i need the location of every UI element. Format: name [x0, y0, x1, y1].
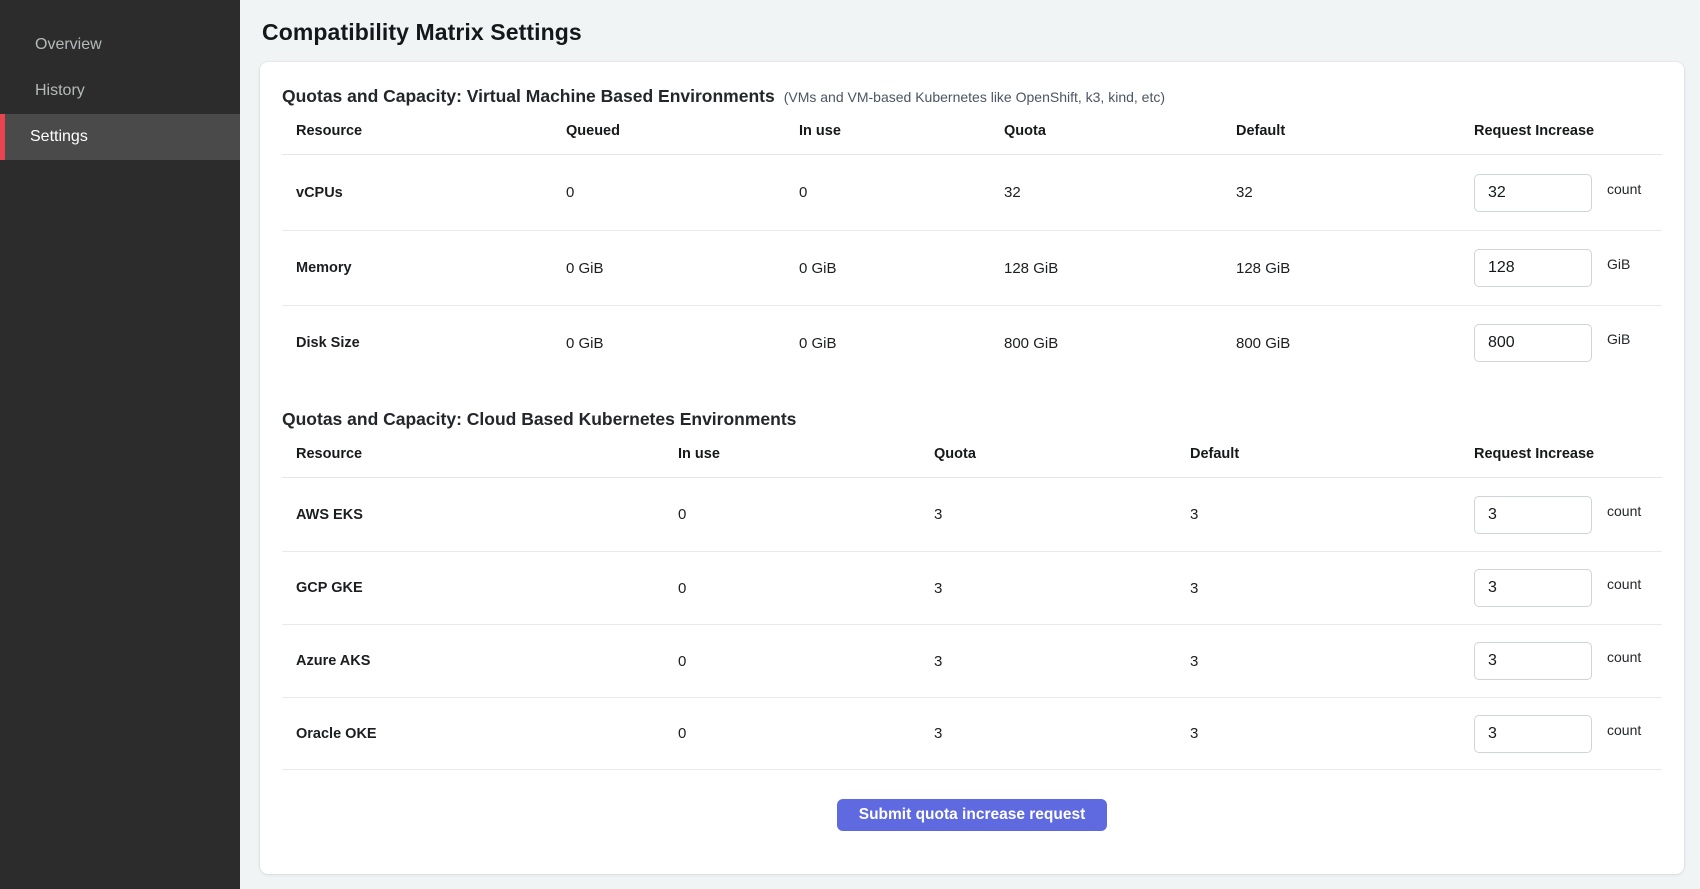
resource-label: Memory	[282, 260, 552, 276]
table-row-vcpus: vCPUs 0 0 32 32 count	[282, 155, 1662, 230]
gcp-gke-request-input[interactable]	[1474, 569, 1592, 607]
quota-value: 3	[920, 580, 1176, 597]
column-header-in-use: In use	[664, 446, 920, 462]
request-increase-cell: GiB	[1460, 324, 1662, 362]
sidebar-item-settings[interactable]: Settings	[0, 114, 240, 160]
aws-eks-request-input[interactable]	[1474, 496, 1592, 534]
cloud-table-header-row: Resource In use Quota Default Request In…	[282, 430, 1662, 478]
column-header-request-increase: Request Increase	[1460, 123, 1662, 139]
vm-section-title: Quotas and Capacity: Virtual Machine Bas…	[282, 86, 775, 107]
queued-value: 0 GiB	[552, 260, 785, 277]
main-content: Compatibility Matrix Settings Quotas and…	[240, 0, 1700, 889]
quota-value: 3	[920, 506, 1176, 523]
resource-label: AWS EKS	[282, 507, 664, 523]
oracle-oke-request-input[interactable]	[1474, 715, 1592, 753]
quota-value: 32	[990, 184, 1222, 201]
table-row-azure-aks: Azure AKS 0 3 3 count	[282, 624, 1662, 697]
default-value: 128 GiB	[1222, 260, 1460, 277]
sidebar-item-label: Settings	[30, 128, 88, 146]
quota-value: 3	[920, 725, 1176, 742]
vm-quota-table: Resource Queued In use Quota Default Req…	[282, 107, 1662, 380]
column-header-resource: Resource	[282, 123, 552, 139]
quota-value: 3	[920, 653, 1176, 670]
quota-value: 800 GiB	[990, 335, 1222, 352]
default-value: 3	[1176, 725, 1460, 742]
request-increase-cell: count	[1460, 174, 1662, 212]
column-header-request-increase: Request Increase	[1460, 446, 1662, 462]
queued-value: 0 GiB	[552, 335, 785, 352]
in-use-value: 0	[664, 725, 920, 742]
column-header-default: Default	[1176, 446, 1460, 462]
resource-label: GCP GKE	[282, 580, 664, 596]
azure-aks-request-input[interactable]	[1474, 642, 1592, 680]
in-use-value: 0 GiB	[785, 260, 990, 277]
table-row-aws-eks: AWS EKS 0 3 3 count	[282, 478, 1662, 551]
default-value: 32	[1222, 184, 1460, 201]
in-use-value: 0	[664, 506, 920, 523]
resource-label: Oracle OKE	[282, 726, 664, 742]
default-value: 3	[1176, 580, 1460, 597]
request-increase-cell: count	[1460, 642, 1662, 680]
resource-label: Disk Size	[282, 335, 552, 351]
cloud-section-header: Quotas and Capacity: Cloud Based Kuberne…	[282, 409, 1662, 430]
disk-size-request-input[interactable]	[1474, 324, 1592, 362]
default-value: 800 GiB	[1222, 335, 1460, 352]
vm-section-subtitle: (VMs and VM-based Kubernetes like OpenSh…	[784, 89, 1165, 105]
queued-value: 0	[552, 184, 785, 201]
unit-label: count	[1607, 503, 1641, 519]
request-increase-cell: count	[1460, 569, 1662, 607]
column-header-default: Default	[1222, 123, 1460, 139]
unit-label: GiB	[1607, 256, 1630, 272]
request-increase-cell: count	[1460, 715, 1662, 753]
unit-label: count	[1607, 181, 1641, 197]
table-row-gcp-gke: GCP GKE 0 3 3 count	[282, 551, 1662, 624]
sidebar-item-history[interactable]: History	[0, 68, 240, 114]
default-value: 3	[1176, 506, 1460, 523]
unit-label: count	[1607, 722, 1641, 738]
in-use-value: 0 GiB	[785, 335, 990, 352]
column-header-resource: Resource	[282, 446, 664, 462]
resource-label: vCPUs	[282, 185, 552, 201]
column-header-quota: Quota	[990, 123, 1222, 139]
table-row-oracle-oke: Oracle OKE 0 3 3 count	[282, 697, 1662, 770]
vcpus-request-input[interactable]	[1474, 174, 1592, 212]
unit-label: GiB	[1607, 331, 1630, 347]
resource-label: Azure AKS	[282, 653, 664, 669]
in-use-value: 0	[664, 653, 920, 670]
memory-request-input[interactable]	[1474, 249, 1592, 287]
column-header-queued: Queued	[552, 123, 785, 139]
sidebar-item-label: History	[35, 82, 85, 100]
column-header-quota: Quota	[920, 446, 1176, 462]
table-row-disk-size: Disk Size 0 GiB 0 GiB 800 GiB 800 GiB Gi…	[282, 305, 1662, 380]
in-use-value: 0	[664, 580, 920, 597]
page-title: Compatibility Matrix Settings	[240, 0, 1700, 62]
vm-section-header: Quotas and Capacity: Virtual Machine Bas…	[282, 86, 1662, 107]
request-increase-cell: count	[1460, 496, 1662, 534]
in-use-value: 0	[785, 184, 990, 201]
request-increase-cell: GiB	[1460, 249, 1662, 287]
cloud-quota-table: Resource In use Quota Default Request In…	[282, 430, 1662, 770]
column-header-in-use: In use	[785, 123, 990, 139]
default-value: 3	[1176, 653, 1460, 670]
sidebar: Overview History Settings	[0, 0, 240, 889]
sidebar-item-label: Overview	[35, 36, 102, 54]
vm-table-header-row: Resource Queued In use Quota Default Req…	[282, 107, 1662, 155]
table-row-memory: Memory 0 GiB 0 GiB 128 GiB 128 GiB GiB	[282, 230, 1662, 305]
quota-value: 128 GiB	[990, 260, 1222, 277]
sidebar-item-overview[interactable]: Overview	[0, 22, 240, 68]
unit-label: count	[1607, 649, 1641, 665]
settings-card: Quotas and Capacity: Virtual Machine Bas…	[260, 62, 1684, 874]
cloud-section-title: Quotas and Capacity: Cloud Based Kuberne…	[282, 409, 796, 430]
unit-label: count	[1607, 576, 1641, 592]
submit-quota-increase-button[interactable]: Submit quota increase request	[837, 799, 1108, 831]
